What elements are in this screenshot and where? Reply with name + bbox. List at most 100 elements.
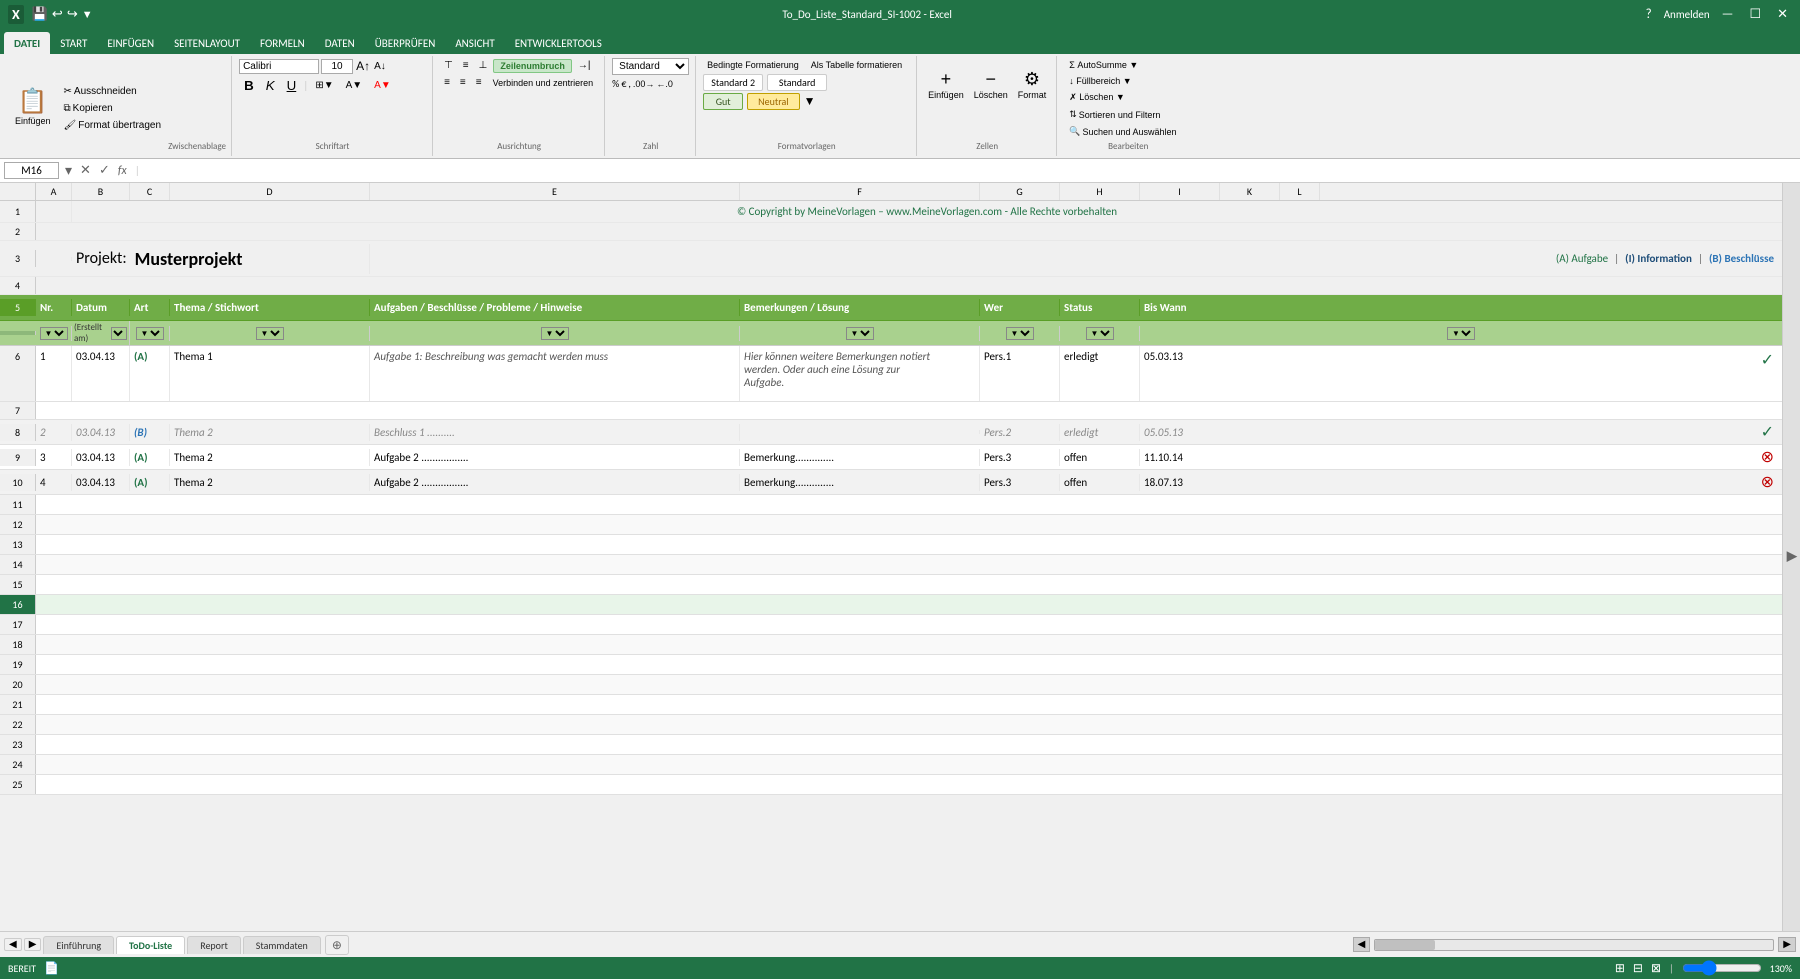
tab-daten[interactable]: DATEN <box>315 32 365 54</box>
cell-row21-empty[interactable] <box>36 695 1782 714</box>
cell-row16-empty[interactable] <box>36 595 1782 614</box>
cell-aufgaben-1[interactable]: Aufgabe 1: Beschreibung was gemacht werd… <box>370 346 740 401</box>
cell-thema-3[interactable]: Thema 2 <box>170 449 370 466</box>
login-btn[interactable]: Anmelden <box>1664 8 1710 21</box>
fill-button[interactable]: ↓ Füllbereich ▼ <box>1064 74 1136 88</box>
cell-biswann-4[interactable]: 18.07.13 ⊗ <box>1140 470 1782 494</box>
cell-biswann-2[interactable]: 05.05.13 ✓ <box>1140 420 1782 444</box>
align-center-button[interactable]: ≡ <box>456 75 470 90</box>
filter-dropdown-d[interactable]: ▼ <box>256 327 284 340</box>
cell-row18-empty[interactable] <box>36 635 1782 654</box>
tab-datei[interactable]: DATEI <box>4 32 50 54</box>
merge-center-button[interactable]: Verbinden und zentrieren <box>488 76 599 90</box>
tab-entwicklertools[interactable]: ENTWICKLERTOOLS <box>505 32 612 54</box>
filter-i[interactable]: ▼ <box>1140 326 1782 341</box>
close-btn[interactable]: ✕ <box>1773 7 1792 22</box>
cell-art-1[interactable]: (A) <box>130 346 170 401</box>
col-header-k[interactable]: K <box>1220 183 1280 200</box>
delete-cells-button[interactable]: − Löschen <box>970 58 1012 110</box>
cut-button[interactable]: ✂ Ausschneiden <box>60 84 166 99</box>
formula-input[interactable] <box>146 164 1796 177</box>
cell-datum-3[interactable]: 03.04.13 <box>72 449 130 466</box>
cell-row13-empty[interactable] <box>36 535 1782 554</box>
filter-dropdown-c[interactable]: ▼ <box>136 327 164 340</box>
filter-dropdown-e[interactable]: ▼ <box>541 327 569 340</box>
cell-row7[interactable] <box>36 402 1782 419</box>
cancel-formula-icon[interactable]: ✕ <box>78 163 93 178</box>
col-header-g[interactable]: G <box>980 183 1060 200</box>
cell-copyright[interactable]: © Copyright by MeineVorlagen – www.Meine… <box>72 201 1782 222</box>
tab-todo-liste[interactable]: ToDo-Liste <box>116 936 185 954</box>
cell-datum-2[interactable]: 03.04.13 <box>72 424 130 441</box>
cell-wer-4[interactable]: Pers.3 <box>980 474 1060 491</box>
cell-a1[interactable] <box>36 201 72 222</box>
cell-nr-3[interactable]: 3 <box>36 449 72 466</box>
maximize-btn[interactable]: ☐ <box>1745 7 1765 22</box>
italic-button[interactable]: K <box>261 76 280 95</box>
tab-report[interactable]: Report <box>187 936 241 954</box>
scroll-left-btn[interactable]: ◀ <box>1353 937 1371 952</box>
filter-c[interactable]: ▼ <box>130 326 170 341</box>
cell-row22-empty[interactable] <box>36 715 1782 734</box>
cell-row17-empty[interactable] <box>36 615 1782 634</box>
col-header-c[interactable]: C <box>130 183 170 200</box>
standard2-preset[interactable]: Standard 2 <box>703 74 763 91</box>
tab-einfuegen[interactable]: EINFÜGEN <box>97 32 164 54</box>
cell-status-3[interactable]: offen <box>1060 449 1140 466</box>
number-format-select[interactable]: Standard Zahl Währung Datum <box>612 58 689 75</box>
view-page-icon[interactable]: ⊟ <box>1633 961 1643 976</box>
view-pagebreak-icon[interactable]: ⊠ <box>1651 961 1661 976</box>
cell-row23-empty[interactable] <box>36 735 1782 754</box>
cell-art-3[interactable]: (A) <box>130 449 170 466</box>
cell-row19-empty[interactable] <box>36 655 1782 674</box>
horizontal-scrollbar[interactable]: ◀ ▶ <box>351 937 1796 952</box>
align-bottom-button[interactable]: ⊥ <box>475 58 492 73</box>
minimize-btn[interactable]: — <box>1718 7 1738 22</box>
col-header-i[interactable]: I <box>1140 183 1220 200</box>
col-header-e[interactable]: E <box>370 183 740 200</box>
cell-bemerkungen-2[interactable] <box>740 430 980 434</box>
cell-status-1[interactable]: erledigt <box>1060 346 1140 401</box>
standard-preset[interactable]: Standard <box>767 74 827 91</box>
tab-seitenlayout[interactable]: SEITENLAYOUT <box>164 32 250 54</box>
cell-row24-empty[interactable] <box>36 755 1782 774</box>
bold-button[interactable]: B <box>239 76 259 95</box>
border-button[interactable]: ⊞▼ <box>310 78 338 93</box>
insert-cells-button[interactable]: + Einfügen <box>924 58 968 110</box>
cell-thema-1[interactable]: Thema 1 <box>170 346 370 401</box>
col-header-b[interactable]: B <box>72 183 130 200</box>
gut-preset[interactable]: Gut <box>703 93 743 110</box>
filter-dropdown-g[interactable]: ▼ <box>1006 327 1034 340</box>
cell-aufgaben-4[interactable]: Aufgabe 2 ................. <box>370 474 740 491</box>
cell-nr-4[interactable]: 4 <box>36 474 72 491</box>
filter-dropdown-h[interactable]: ▼ <box>1086 327 1114 340</box>
col-header-h[interactable]: H <box>1060 183 1140 200</box>
quick-save-icon[interactable]: 💾 <box>32 7 48 22</box>
cell-row20-empty[interactable] <box>36 675 1782 694</box>
filter-h[interactable]: ▼ <box>1060 326 1140 341</box>
filter-dropdown-a[interactable]: ▼ <box>40 327 68 340</box>
align-right-button[interactable]: ≡ <box>472 75 486 90</box>
quick-redo-icon[interactable]: ↪ <box>67 7 78 22</box>
cell-row4[interactable] <box>36 277 1782 294</box>
font-color-button[interactable]: A▼ <box>369 78 396 93</box>
confirm-formula-icon[interactable]: ✓ <box>97 163 112 178</box>
cell-wer-1[interactable]: Pers.1 <box>980 346 1060 401</box>
clear-button[interactable]: ✗ Löschen ▼ <box>1064 90 1130 105</box>
filter-a[interactable]: ▼ <box>36 326 72 341</box>
cell-art-4[interactable]: (A) <box>130 474 170 491</box>
sort-filter-button[interactable]: ⇅Sortieren und Filtern <box>1064 107 1165 122</box>
filter-d[interactable]: ▼ <box>170 326 370 341</box>
styles-expand-icon[interactable]: ▼ <box>804 94 816 109</box>
conditional-format-button[interactable]: Bedingte Formatierung <box>703 58 803 72</box>
format-cells-button[interactable]: ⚙ Format <box>1014 58 1051 110</box>
autosum-button[interactable]: Σ AutoSumme ▼ <box>1064 58 1143 72</box>
cell-status-4[interactable]: offen <box>1060 474 1140 491</box>
decimal-decrease-btn[interactable]: ←.0 <box>656 79 673 89</box>
cell-thema-4[interactable]: Thema 2 <box>170 474 370 491</box>
font-size-input[interactable] <box>321 59 353 74</box>
filter-b[interactable]: (Erstellt am) ▼ <box>72 321 130 345</box>
insert-function-icon[interactable]: fx <box>116 164 129 178</box>
cell-thema-2[interactable]: Thema 2 <box>170 424 370 441</box>
cell-nr-1[interactable]: 1 <box>36 346 72 401</box>
